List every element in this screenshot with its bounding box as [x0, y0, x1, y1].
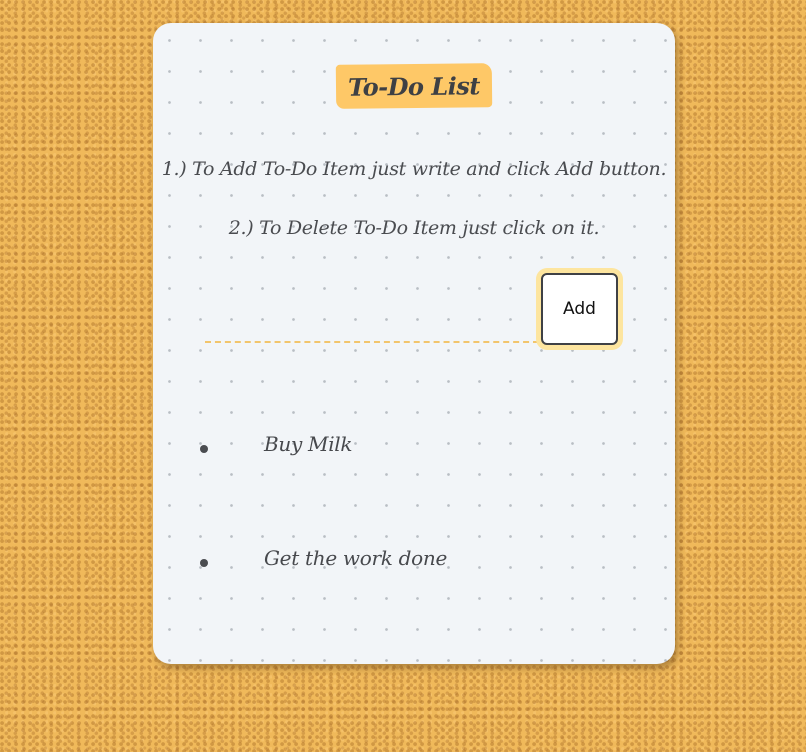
instruction-add: 1.) To Add To-Do Item just write and cli… — [161, 158, 667, 180]
instruction-delete: 2.) To Delete To-Do Item just click on i… — [228, 217, 600, 239]
todo-item[interactable]: Get the work done — [153, 542, 675, 582]
bullet-dot-icon — [200, 445, 208, 453]
todo-item-text: Buy Milk — [264, 432, 353, 456]
bullet-dot-icon — [200, 559, 208, 567]
title-highlight: To-Do List — [335, 63, 493, 109]
todo-input[interactable] — [205, 307, 539, 343]
todo-item-text: Get the work done — [264, 546, 447, 570]
page-title: To-Do List — [347, 71, 481, 102]
add-button[interactable]: Add — [541, 273, 618, 345]
todo-card: To-Do List 1.) To Add To-Do Item just wr… — [153, 23, 675, 664]
todo-item[interactable]: Buy Milk — [153, 428, 675, 468]
